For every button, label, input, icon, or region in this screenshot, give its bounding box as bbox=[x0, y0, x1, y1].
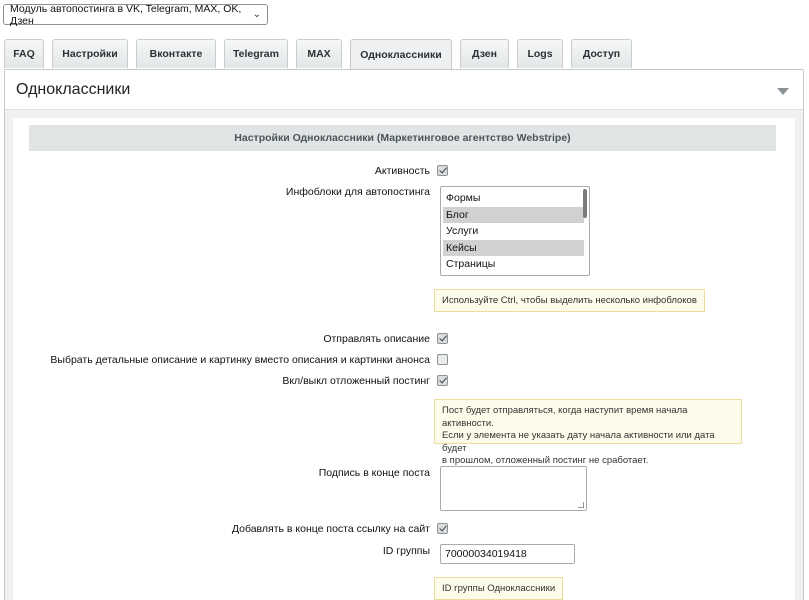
tab-settings[interactable]: Настройки bbox=[52, 39, 128, 68]
send-description-label: Отправлять описание bbox=[323, 333, 430, 345]
section-header: Настройки Одноклассники (Маркетинговое а… bbox=[29, 125, 776, 151]
iblocks-label: Инфоблоки для автопостинга bbox=[285, 186, 430, 198]
panel-title: Одноклассники bbox=[16, 81, 131, 98]
tab-label: Одноклассники bbox=[360, 48, 442, 61]
signature-label: Подпись в конце поста bbox=[318, 467, 430, 479]
tab-label: FAQ bbox=[13, 48, 35, 60]
tab-label: Доступ bbox=[582, 48, 621, 60]
tab-dzen[interactable]: Дзен bbox=[460, 39, 509, 68]
section-title: Настройки Одноклассники (Маркетинговое а… bbox=[234, 132, 571, 144]
module-select[interactable]: Модуль автопостинга в VK, Telegram, MAX,… bbox=[3, 2, 268, 27]
iblocks-listbox[interactable]: Формы Блог Услуги Кейсы Страницы bbox=[440, 186, 590, 276]
tab-label: Вконтакте bbox=[149, 48, 203, 60]
iblock-option[interactable]: Блог bbox=[443, 206, 584, 223]
delayed-posting-label: Вкл/выкл отложенный постинг bbox=[282, 375, 430, 387]
panel-content: Настройки Одноклассники (Маркетинговое а… bbox=[13, 118, 795, 600]
tab-odnoklassniki[interactable]: Одноклассники bbox=[350, 39, 452, 69]
tab-label: Настройки bbox=[62, 48, 118, 60]
settings-panel: Одноклассники Настройки Одноклассники (М… bbox=[4, 69, 804, 600]
detail-instead-label: Выбрать детальные описание и картинку вм… bbox=[50, 354, 430, 366]
delayed-posting-checkbox[interactable] bbox=[437, 375, 448, 386]
group-id-hint: ID группы Одноклассники bbox=[434, 577, 564, 600]
iblock-option[interactable]: Формы bbox=[443, 190, 584, 207]
tab-label: Дзен bbox=[471, 48, 497, 60]
detail-instead-checkbox[interactable] bbox=[437, 354, 448, 365]
tab-telegram[interactable]: Telegram bbox=[224, 39, 288, 68]
hint-line: Если у элемента не указать дату начала а… bbox=[442, 430, 715, 454]
iblock-option[interactable]: Страницы bbox=[443, 256, 584, 273]
tab-vkontakte[interactable]: Вконтакте bbox=[136, 39, 216, 68]
activity-checkbox[interactable] bbox=[437, 165, 448, 176]
iblocks-hint-text: Используйте Ctrl, чтобы выделить несколь… bbox=[442, 295, 697, 306]
tab-label: MAX bbox=[307, 48, 331, 60]
group-id-hint-text: ID группы Одноклассники bbox=[442, 583, 556, 594]
iblock-option[interactable]: Кейсы bbox=[443, 239, 584, 256]
module-select-wrap: Модуль автопостинга в VK, Telegram, MAX,… bbox=[3, 2, 268, 27]
tab-access[interactable]: Доступ bbox=[571, 39, 632, 68]
module-select-value: Модуль автопостинга в VK, Telegram, MAX,… bbox=[10, 2, 242, 27]
listbox-scrollbar[interactable] bbox=[583, 189, 587, 218]
tab-max[interactable]: MAX bbox=[296, 39, 342, 68]
group-id-input[interactable]: 70000034019418 bbox=[440, 544, 575, 564]
chevron-down-icon: ⌄ bbox=[252, 9, 261, 20]
signature-textarea[interactable] bbox=[440, 466, 587, 511]
resize-grip-icon[interactable] bbox=[578, 502, 584, 508]
delayed-posting-hint: Пост будет отправляться, когда наступит … bbox=[434, 399, 742, 466]
collapse-triangle-icon[interactable] bbox=[777, 88, 789, 95]
panel-header: Одноклассники bbox=[5, 70, 803, 110]
add-link-label: Добавлять в конце поста ссылку на сайт bbox=[231, 523, 430, 535]
iblocks-hint: Используйте Ctrl, чтобы выделить несколь… bbox=[434, 289, 705, 312]
send-description-checkbox[interactable] bbox=[437, 333, 448, 344]
add-link-checkbox[interactable] bbox=[437, 523, 448, 534]
tab-faq[interactable]: FAQ bbox=[4, 39, 44, 68]
group-id-label: ID группы bbox=[382, 545, 430, 557]
tab-label: Telegram bbox=[233, 48, 279, 60]
activity-label: Активность bbox=[374, 165, 430, 177]
iblock-option[interactable]: Услуги bbox=[443, 223, 584, 240]
group-id-value: 70000034019418 bbox=[445, 548, 527, 560]
tab-label: Logs bbox=[527, 48, 553, 60]
hint-line: Пост будет отправляться, когда наступит … bbox=[442, 405, 688, 429]
tab-logs[interactable]: Logs bbox=[517, 39, 563, 68]
tab-bar: FAQ Настройки Вконтакте Telegram MAX Одн… bbox=[4, 39, 640, 69]
